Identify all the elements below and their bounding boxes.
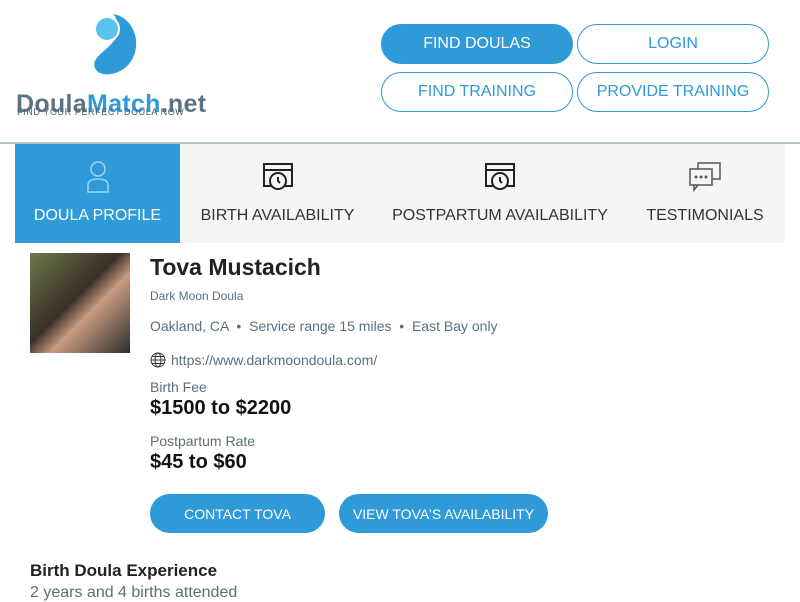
chat-icon	[689, 162, 721, 193]
tagline: FIND YOUR PERFECT DOULA NOW	[17, 107, 185, 117]
find-training-button[interactable]: FIND TRAINING	[381, 72, 573, 112]
birth-fee-label: Birth Fee	[150, 379, 207, 395]
postpartum-rate-label: Postpartum Rate	[150, 433, 256, 449]
website-row: https://www.darkmoondoula.com/	[150, 352, 377, 368]
calendar-clock-icon	[485, 163, 515, 190]
person-icon	[86, 161, 109, 193]
experience-title: Birth Doula Experience	[30, 561, 218, 580]
logo-mark-icon	[94, 14, 137, 75]
tab-birth-availability[interactable]: BIRTH AVAILABILITY	[180, 144, 375, 243]
tab-label: POSTPARTUM AVAILABILITY	[392, 207, 608, 224]
postpartum-rate: $45 to $60	[150, 451, 247, 473]
view-availability-button[interactable]: VIEW TOVA'S AVAILABILITY	[339, 494, 548, 533]
service-area: East Bay only	[411, 318, 498, 334]
provide-training-button[interactable]: PROVIDE TRAINING	[577, 72, 769, 112]
tab-testimonials[interactable]: TESTIMONIALS	[625, 144, 785, 243]
tab-postpartum-availability[interactable]: POSTPARTUM AVAILABILITY	[375, 144, 625, 243]
doula-photo	[30, 253, 130, 353]
experience-text: 2 years and 4 births attended	[30, 584, 238, 601]
doula-name: Tova Mustacich	[150, 254, 321, 280]
location: Oakland, CA	[150, 318, 229, 334]
login-button[interactable]: LOGIN	[577, 24, 769, 64]
tab-doula-profile[interactable]: DOULA PROFILE	[15, 144, 180, 243]
location-line: Oakland, CA • Service range 15 miles • E…	[150, 318, 498, 334]
find-doulas-button[interactable]: FIND DOULAS	[381, 24, 573, 64]
website-link[interactable]: https://www.darkmoondoula.com/	[171, 352, 377, 368]
tab-label: DOULA PROFILE	[33, 207, 162, 224]
service-range: Service range 15 miles	[249, 318, 392, 334]
profile-tabs: DOULA PROFILE BIRTH AVAILABILITY POSTPAR…	[15, 144, 785, 243]
calendar-clock-icon	[262, 163, 293, 190]
globe-icon	[150, 352, 166, 368]
tab-label: TESTIMONIALS	[646, 207, 764, 224]
business-name: Dark Moon Doula	[150, 289, 244, 303]
tab-label: BIRTH AVAILABILITY	[200, 207, 355, 224]
birth-fee: $1500 to $2200	[150, 397, 292, 419]
contact-button[interactable]: CONTACT TOVA	[150, 494, 325, 533]
